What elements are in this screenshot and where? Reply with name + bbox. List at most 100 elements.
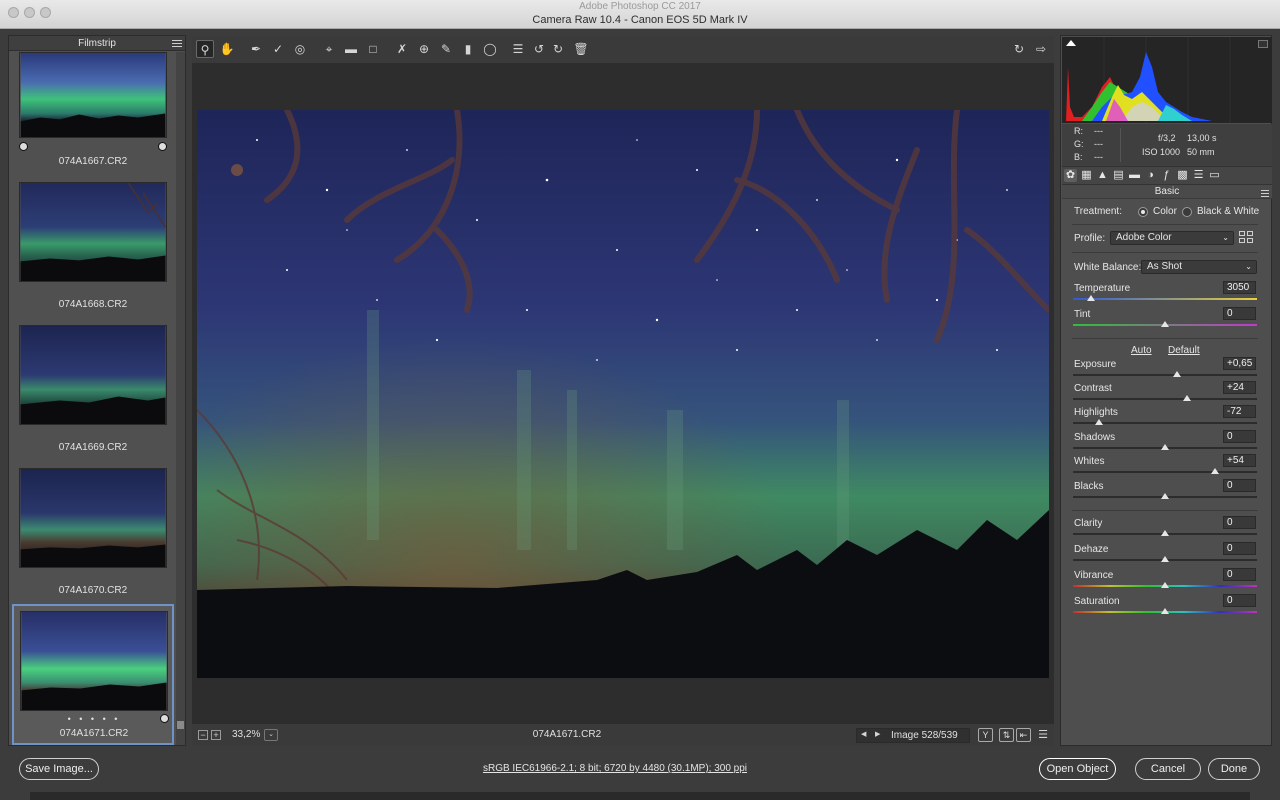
spot-removal-tool-icon[interactable]: ✗ <box>393 40 411 58</box>
clarity-slider-handle[interactable] <box>1161 530 1169 536</box>
rotate-right-icon[interactable]: ↻ <box>549 40 567 58</box>
filmstrip-scrollbar[interactable] <box>176 52 185 745</box>
temperature-value-field[interactable]: 3050 <box>1223 281 1256 294</box>
treatment-bw-label[interactable]: Black & White <box>1197 206 1259 217</box>
done-button[interactable]: Done <box>1208 758 1260 780</box>
filmstrip-thumb-3[interactable]: 074A1669.CR2 <box>13 325 173 465</box>
tab-effects-icon[interactable]: ƒ <box>1160 169 1173 182</box>
crop-tool-icon[interactable]: ⌖ <box>320 40 338 58</box>
shadows-slider-handle[interactable] <box>1161 444 1169 450</box>
filmstrip-thumb-4[interactable]: 074A1670.CR2 <box>13 468 173 608</box>
view-settings-icon[interactable]: ☰ <box>1034 726 1052 744</box>
tab-basic-icon[interactable]: ✿ <box>1064 169 1077 182</box>
saturation-slider-handle[interactable] <box>1161 608 1169 614</box>
exposure-slider-handle[interactable] <box>1172 371 1181 377</box>
temperature-slider-track[interactable] <box>1073 298 1257 300</box>
default-link[interactable]: Default <box>1168 345 1200 356</box>
vibrance-slider-handle[interactable] <box>1161 582 1169 588</box>
toggle-fullscreen-icon[interactable]: ↻ <box>1010 40 1028 58</box>
contrast-slider-handle[interactable] <box>1183 395 1192 401</box>
preview-image[interactable] <box>197 110 1049 678</box>
preferences-icon[interactable]: ☰ <box>509 40 527 58</box>
highlight-clipping-warning-icon[interactable] <box>1258 40 1268 48</box>
panel-menu-icon[interactable] <box>1261 188 1269 199</box>
scrollbar-thumb[interactable] <box>177 721 184 729</box>
tab-snapshots-icon[interactable]: ▭ <box>1208 169 1221 182</box>
tab-detail-icon[interactable]: ▲ <box>1096 169 1109 182</box>
highlights-value-field[interactable]: -72 <box>1223 405 1256 418</box>
bottom-bar: Save Image... sRGB IEC61966-2.1; 8 bit; … <box>0 752 1280 792</box>
radial-filter-icon[interactable]: ◯ <box>481 40 499 58</box>
rotate-left-icon[interactable]: ↺ <box>530 40 548 58</box>
exposure-value-field[interactable]: +0,65 <box>1223 357 1256 370</box>
whites-slider-track[interactable] <box>1073 471 1257 473</box>
swap-settings-button[interactable]: ⇅ <box>999 728 1014 742</box>
treatment-color-label[interactable]: Color <box>1153 206 1177 217</box>
clarity-value-field[interactable]: 0 <box>1223 516 1256 529</box>
whites-slider-handle[interactable] <box>1210 468 1219 474</box>
filmstrip-menu-icon[interactable] <box>172 38 182 48</box>
tab-calibration-icon[interactable]: ▩ <box>1176 169 1189 182</box>
dehaze-value-field[interactable]: 0 <box>1223 542 1256 555</box>
tab-split-toning-icon[interactable]: ▬ <box>1128 169 1141 182</box>
white-balance-value: As Shot <box>1147 261 1183 272</box>
vibrance-value-field[interactable]: 0 <box>1223 568 1256 581</box>
tint-value-field[interactable]: 0 <box>1223 307 1256 320</box>
blacks-value-field[interactable]: 0 <box>1223 479 1256 492</box>
r-label: R: <box>1074 126 1083 136</box>
straighten-tool-icon[interactable]: ▬ <box>342 40 360 58</box>
white-balance-select[interactable]: As Shot ⌄ <box>1141 260 1257 274</box>
dehaze-slider-handle[interactable] <box>1161 556 1169 562</box>
previous-image-icon[interactable]: ◀ <box>861 730 866 738</box>
profile-browser-icon[interactable] <box>1239 231 1255 245</box>
red-eye-removal-icon[interactable]: ⊕ <box>415 40 433 58</box>
contrast-label: Contrast <box>1074 383 1112 394</box>
blacks-slider-handle[interactable] <box>1161 493 1169 499</box>
treatment-color-radio[interactable] <box>1138 207 1148 217</box>
shadows-value-field[interactable]: 0 <box>1223 430 1256 443</box>
filmstrip-thumb-2[interactable]: 074A1668.CR2 <box>13 182 173 322</box>
copy-settings-button[interactable]: ⇤ <box>1016 728 1031 742</box>
treatment-bw-radio[interactable] <box>1182 207 1192 217</box>
shadow-clipping-warning-icon[interactable] <box>1066 40 1076 46</box>
auto-link[interactable]: Auto <box>1131 345 1152 356</box>
thumb-filename: 074A1667.CR2 <box>58 156 128 167</box>
exposure-slider-track[interactable] <box>1073 374 1257 376</box>
clarity-label: Clarity <box>1074 518 1103 529</box>
color-sampler-tool-icon[interactable]: ✓ <box>269 40 287 58</box>
white-balance-tool-icon[interactable]: ✒ <box>247 40 265 58</box>
graduated-filter-icon[interactable]: ▮ <box>459 40 477 58</box>
tab-hsl-icon[interactable]: ▤ <box>1112 169 1125 182</box>
filmstrip-thumb-5-selected[interactable]: • • • • • 074A1671.CR2 <box>12 604 174 745</box>
before-after-view-button[interactable]: Y <box>978 728 993 742</box>
b-label: B: <box>1074 152 1083 162</box>
next-image-icon[interactable]: ▶ <box>875 730 880 738</box>
hand-tool-icon[interactable]: ✋ <box>218 40 236 58</box>
open-object-button[interactable]: Open Object <box>1039 758 1116 780</box>
image-preview-area[interactable] <box>192 63 1054 724</box>
section-title: Basic <box>1154 186 1180 197</box>
rating-dots[interactable]: • • • • • <box>14 714 174 724</box>
saturation-label: Saturation <box>1074 596 1120 607</box>
temperature-slider-handle[interactable] <box>1087 295 1096 301</box>
tool-bar: ⚲ ✋ ✒ ✓ ◎ ⌖ ▬ □ ✗ ⊕ ✎ ▮ ◯ ☰ ↺ ↻ 🗑 ↻ ⇨ <box>192 36 1054 63</box>
saturation-value-field[interactable]: 0 <box>1223 594 1256 607</box>
open-preferences-icon[interactable]: ⇨ <box>1032 40 1050 58</box>
tab-lens-corrections-icon[interactable]: ◑ <box>1144 169 1157 182</box>
targeted-adjustment-tool-icon[interactable]: ◎ <box>291 40 309 58</box>
contrast-value-field[interactable]: +24 <box>1223 381 1256 394</box>
tab-tone-curve-icon[interactable]: ▦ <box>1080 169 1093 182</box>
profile-value: Adobe Color <box>1116 232 1172 243</box>
contrast-slider-track[interactable] <box>1073 398 1257 400</box>
cancel-button[interactable]: Cancel <box>1135 758 1201 780</box>
highlights-slider-handle[interactable] <box>1094 419 1103 425</box>
zoom-tool-icon[interactable]: ⚲ <box>196 40 214 58</box>
profile-select[interactable]: Adobe Color ⌄ <box>1110 231 1234 245</box>
whites-value-field[interactable]: +54 <box>1223 454 1256 467</box>
adjustment-brush-icon[interactable]: ✎ <box>437 40 455 58</box>
tab-presets-icon[interactable]: ☰ <box>1192 169 1205 182</box>
delete-icon[interactable]: 🗑 <box>572 40 590 58</box>
transform-tool-icon[interactable]: □ <box>364 40 382 58</box>
tint-slider-handle[interactable] <box>1161 321 1169 327</box>
filmstrip-thumb-1[interactable]: 074A1667.CR2 <box>13 52 173 192</box>
